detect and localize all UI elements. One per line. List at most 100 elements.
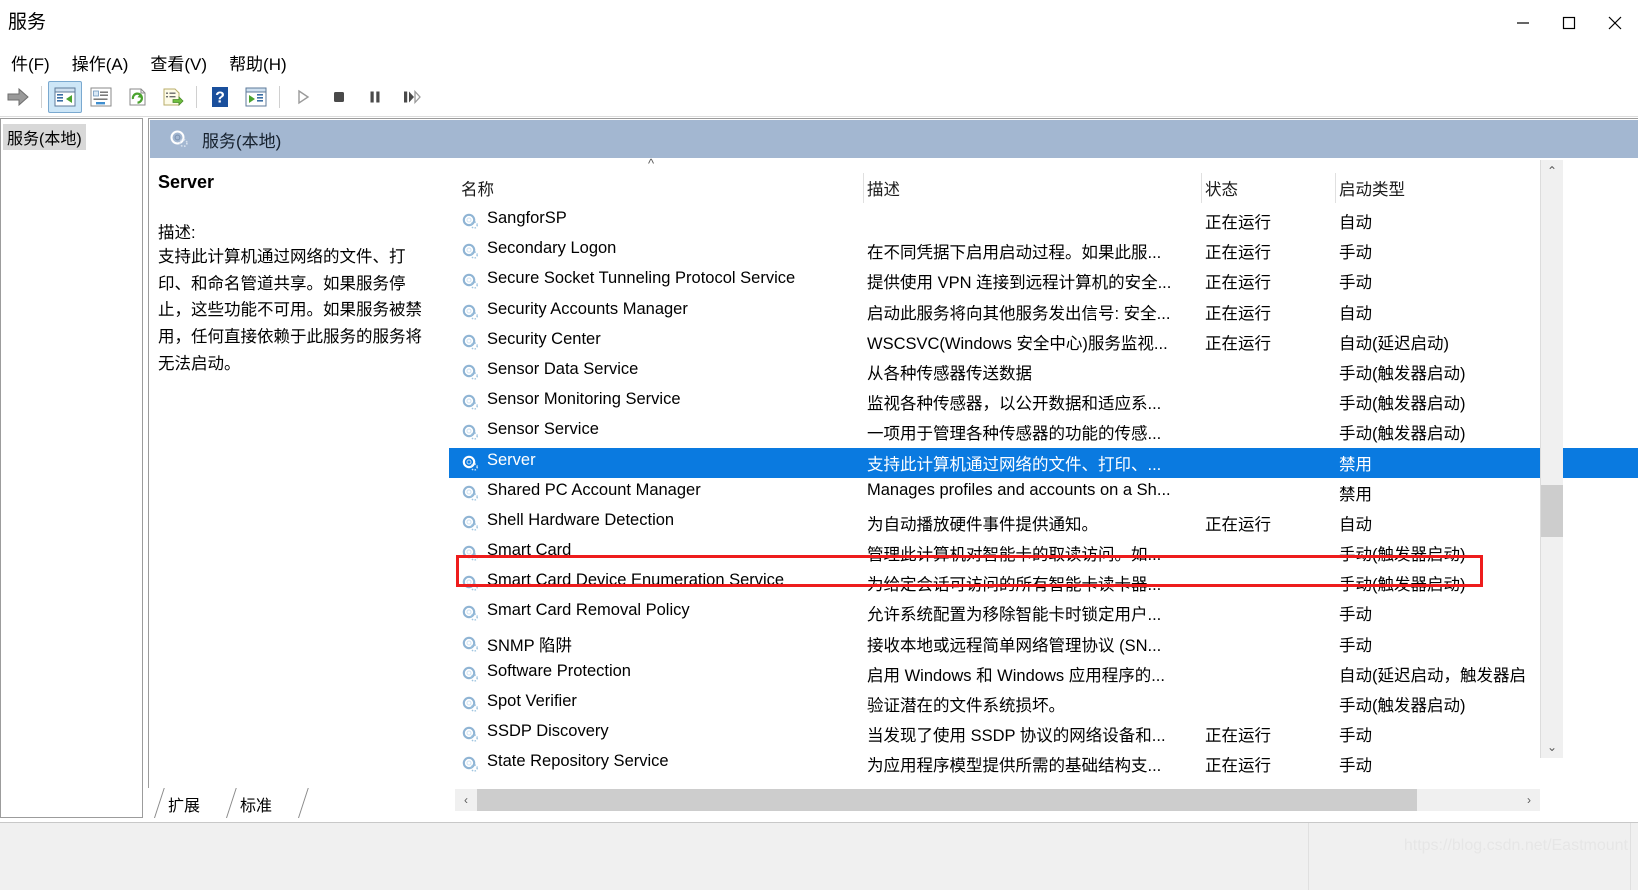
cell-status: 正在运行 <box>1205 214 1271 232</box>
toolbar-separator-3 <box>279 86 280 108</box>
cell-service-name: Smart Card Removal Policy <box>487 601 690 620</box>
cell-startup-type: 自动 <box>1339 214 1372 232</box>
window-controls <box>1500 0 1638 46</box>
services-list: ^ 名称 描述 状态 启动类型 SangforSP 正在运行 自动 Secondar… <box>449 157 1638 818</box>
table-row[interactable]: Secondary Logon 在不同凭据下启用启动过程。如果此服... 正在运行 手… <box>449 236 1638 266</box>
list-header-row: 名称 描述 状态 启动类型 <box>449 170 1638 206</box>
cell-startup-type: 禁用 <box>1339 485 1372 504</box>
properties-icon[interactable] <box>84 81 118 113</box>
table-row[interactable]: SSDP Discovery 当发现了使用 SSDP 协议的网络设备和... 正在运… <box>449 719 1638 749</box>
cell-status: 正在运行 <box>1205 334 1271 353</box>
maximize-button[interactable] <box>1546 0 1592 46</box>
tab-slash-1 <box>154 788 165 818</box>
horizontal-scroll-thumb[interactable] <box>477 789 1417 811</box>
table-row[interactable]: Security Accounts Manager 启动此服务将向其他服务发出信号… <box>449 297 1638 327</box>
cell-description: 支持此计算机通过网络的文件、打印、... <box>867 455 1162 474</box>
scroll-up-arrow[interactable]: ⌃ <box>1541 160 1563 182</box>
refresh-icon[interactable] <box>120 81 154 113</box>
menu-view[interactable]: 查看(V) <box>139 47 218 78</box>
table-row[interactable]: Smart Card Device Enumeration Service 为给定… <box>449 568 1638 598</box>
cell-startup-type: 手动 <box>1339 727 1372 746</box>
show-action-pane-icon[interactable] <box>239 81 273 113</box>
table-row[interactable]: Spot Verifier 验证潜在的文件系统损坏。 手动(触发器启动) <box>449 689 1638 719</box>
table-row[interactable]: SNMP 陷阱 接收本地或远程简单网络管理协议 (SN... 手动 <box>449 629 1638 659</box>
cell-startup-type: 禁用 <box>1339 455 1372 474</box>
menu-file[interactable]: 件(F) <box>0 47 61 78</box>
restart-service-icon[interactable] <box>394 81 428 113</box>
pane-banner: 服务(本地) <box>150 120 1638 158</box>
console-content: 服务(本地) 服务(本地) Server 描述: 支持此计算机通过网络的文件、打… <box>0 118 1638 818</box>
cell-service-name: SNMP 陷阱 <box>487 636 572 655</box>
cell-description: 验证潜在的文件系统损坏。 <box>867 697 1065 715</box>
help-icon[interactable]: ? <box>203 81 237 113</box>
vertical-scroll-thumb[interactable] <box>1541 485 1563 537</box>
show-hide-tree-icon[interactable] <box>48 81 82 113</box>
cell-service-name: Security Center <box>487 329 601 348</box>
table-row[interactable]: Secure Socket Tunneling Protocol Service… <box>449 266 1638 296</box>
pause-service-icon[interactable] <box>358 81 392 113</box>
cell-startup-type: 手动(触发器启动) <box>1339 576 1466 595</box>
column-header-name[interactable]: 名称 <box>461 176 494 200</box>
column-header-status[interactable]: 状态 <box>1205 176 1238 200</box>
header-divider-1[interactable] <box>863 173 864 203</box>
cell-status: 正在运行 <box>1205 727 1271 746</box>
cell-startup-type: 手动 <box>1339 757 1372 776</box>
header-divider-3[interactable] <box>1335 173 1336 203</box>
cell-service-name: Secondary Logon <box>487 239 617 258</box>
cell-startup-type: 手动(触发器启动) <box>1339 364 1466 383</box>
cell-service-name: Sensor Service <box>487 420 599 439</box>
service-detail-panel: Server 描述: 支持此计算机通过网络的文件、打印、和命名管道共享。如果服务… <box>150 158 445 778</box>
table-row[interactable]: SangforSP 正在运行 自动 <box>449 206 1638 236</box>
detail-description-text: 支持此计算机通过网络的文件、打印、和命名管道共享。如果服务停止，这些功能不可用。… <box>158 248 422 373</box>
cell-service-name: State Repository Service <box>487 752 669 771</box>
cell-service-name: Smart Card Device Enumeration Service <box>487 571 785 590</box>
cell-startup-type: 自动 <box>1339 304 1372 323</box>
services-gear-icon <box>168 128 190 150</box>
cell-description: 为给定会话可访问的所有智能卡读卡器... <box>867 576 1162 595</box>
stop-service-icon[interactable] <box>322 81 356 113</box>
export-list-icon[interactable] <box>156 81 190 113</box>
menu-action[interactable]: 操作(A) <box>61 47 140 78</box>
tab-standard[interactable]: 标准 <box>240 790 272 818</box>
header-divider-2[interactable] <box>1201 173 1202 203</box>
tab-slash-2 <box>226 788 237 818</box>
window-title: 服务 <box>8 12 47 33</box>
table-row-selected[interactable]: Server 支持此计算机通过网络的文件、打印、... 禁用 <box>449 447 1638 478</box>
cell-service-name: Shell Hardware Detection <box>487 510 675 529</box>
scroll-left-arrow[interactable]: ‹ <box>455 789 477 811</box>
table-row[interactable]: Sensor Monitoring Service 监视各种传感器，以公开数据和适… <box>449 387 1638 417</box>
table-row[interactable]: State Repository Service 为应用程序模型提供所需的基础结构… <box>449 749 1638 776</box>
cell-startup-type: 自动(延迟启动，触发器启 <box>1339 666 1526 685</box>
toolbar-separator <box>41 86 42 108</box>
cell-status: 正在运行 <box>1205 274 1271 293</box>
table-row[interactable]: Shared PC Account Manager Manages profile… <box>449 478 1638 508</box>
cell-startup-type: 手动 <box>1339 244 1372 263</box>
tree-node-services-local[interactable]: 服务(本地) <box>3 124 86 150</box>
start-service-icon[interactable] <box>286 81 320 113</box>
toolbar-separator-2 <box>196 86 197 108</box>
column-header-description[interactable]: 描述 <box>867 176 900 200</box>
table-row[interactable]: Shell Hardware Detection 为自动播放硬件事件提供通知。 正在… <box>449 508 1638 538</box>
vertical-scrollbar[interactable]: ⌃ ⌄ <box>1540 160 1563 758</box>
cell-service-name: Security Accounts Manager <box>487 299 688 318</box>
tab-extended[interactable]: 扩展 <box>168 790 200 818</box>
cell-description: 管理此计算机对智能卡的取读访问。如... <box>867 546 1162 565</box>
table-row[interactable]: Security Center WSCSVC(Windows 安全中心)服务监视.… <box>449 327 1638 357</box>
cell-service-name: SangforSP <box>487 209 567 227</box>
table-row[interactable]: Software Protection 启用 Windows 和 Windows … <box>449 659 1638 689</box>
tab-slash-3 <box>298 788 309 818</box>
menu-bar: 件(F) 操作(A) 查看(V) 帮助(H) <box>0 46 1638 78</box>
table-row[interactable]: Sensor Data Service 从各种传感器传送数据 手动(触发器启动) <box>449 357 1638 387</box>
cell-startup-type: 手动(触发器启动) <box>1339 425 1466 444</box>
menu-help[interactable]: 帮助(H) <box>218 47 298 78</box>
column-header-startup-type[interactable]: 启动类型 <box>1339 176 1405 200</box>
table-row[interactable]: Smart Card Removal Policy 允许系统配置为移除智能卡时锁定… <box>449 598 1638 628</box>
close-button[interactable] <box>1592 0 1638 46</box>
scroll-down-arrow[interactable]: ⌄ <box>1541 736 1563 758</box>
scroll-right-arrow[interactable]: › <box>1518 789 1540 811</box>
horizontal-scrollbar[interactable]: ‹ › <box>455 789 1540 811</box>
table-row[interactable]: Smart Card 管理此计算机对智能卡的取读访问。如... 手动(触发器启动) <box>449 538 1638 568</box>
minimize-button[interactable] <box>1500 0 1546 46</box>
table-row[interactable]: Sensor Service 一项用于管理各种传感器的功能的传感... 手动(触发器… <box>449 417 1638 447</box>
forward-arrow-icon[interactable] <box>1 81 35 113</box>
